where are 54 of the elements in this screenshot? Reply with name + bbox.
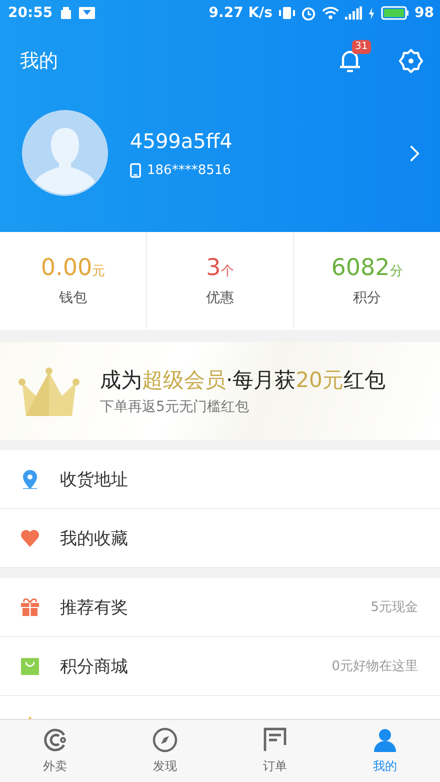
notification-count: 31 bbox=[352, 40, 371, 54]
stat-label: 积分 bbox=[353, 289, 381, 307]
stat-label: 钱包 bbox=[59, 289, 87, 307]
charging-icon bbox=[368, 6, 375, 20]
signal-icon bbox=[344, 6, 362, 20]
order-list-icon bbox=[262, 727, 288, 753]
shopping-bag-icon bbox=[20, 656, 40, 676]
menu-item[interactable]: 收货地址 bbox=[0, 450, 440, 509]
menu-detail: 0元好物在这里 bbox=[332, 658, 418, 675]
menu-item[interactable]: 推荐有奖 5元现金 bbox=[0, 578, 440, 637]
membership-banner[interactable]: 成为超级会员·每月获20元红包 下单再返5元无门槛红包 bbox=[0, 342, 440, 440]
stat-value: 3个 bbox=[206, 255, 234, 281]
heart-icon bbox=[20, 528, 40, 548]
clock-time: 20:55 bbox=[8, 5, 53, 21]
location-pin-icon bbox=[20, 469, 40, 489]
settings-icon[interactable] bbox=[398, 48, 424, 74]
alarm-icon bbox=[300, 6, 316, 20]
menu-label: 推荐有奖 bbox=[60, 596, 129, 618]
notification-bell-icon[interactable] bbox=[338, 48, 362, 74]
wifi-icon bbox=[322, 6, 339, 20]
tab-item[interactable]: 外卖 bbox=[0, 720, 110, 782]
menu-label: 积分商城 bbox=[60, 656, 129, 678]
phone-icon bbox=[130, 162, 141, 178]
menu-label: 收货地址 bbox=[60, 468, 129, 490]
person-icon bbox=[372, 727, 398, 753]
stat-item[interactable]: 6082分 积分 bbox=[294, 232, 440, 330]
stat-item[interactable]: 3个 优惠 bbox=[147, 232, 294, 330]
page-title: 我的 bbox=[20, 49, 58, 74]
username: 4599a5ff4 bbox=[130, 128, 234, 152]
phone-number: 186****8516 bbox=[147, 162, 231, 178]
stat-value: 0.00元 bbox=[40, 255, 106, 281]
menu-item[interactable]: 我的收藏 bbox=[0, 509, 440, 568]
menu-label: 我的收藏 bbox=[60, 528, 129, 550]
notification-icon bbox=[58, 6, 73, 20]
battery-percent: 98 bbox=[414, 5, 434, 21]
image-icon bbox=[78, 6, 95, 20]
crown-icon bbox=[16, 366, 82, 416]
chevron-right-icon bbox=[409, 144, 420, 162]
takeout-logo-icon bbox=[42, 727, 68, 753]
avatar-icon bbox=[22, 110, 108, 196]
menu-detail: 5元现金 bbox=[370, 599, 418, 616]
vibrate-icon bbox=[278, 6, 295, 20]
gift-icon bbox=[20, 597, 40, 617]
stat-value: 6082分 bbox=[331, 255, 403, 281]
battery-icon bbox=[380, 6, 409, 20]
compass-icon bbox=[152, 727, 178, 753]
banner-headline: 成为超级会员·每月获20元红包 bbox=[100, 367, 386, 394]
tab-item[interactable]: 发现 bbox=[110, 720, 220, 782]
tab-item[interactable]: 订单 bbox=[220, 720, 330, 782]
stat-item[interactable]: 0.00元 钱包 bbox=[0, 232, 147, 330]
stat-label: 优惠 bbox=[206, 289, 234, 307]
menu-item[interactable]: 积分商城 0元好物在这里 bbox=[0, 637, 440, 696]
network-speed: 9.27 K/s bbox=[208, 5, 273, 21]
banner-subtitle: 下单再返5元无门槛红包 bbox=[100, 398, 250, 416]
